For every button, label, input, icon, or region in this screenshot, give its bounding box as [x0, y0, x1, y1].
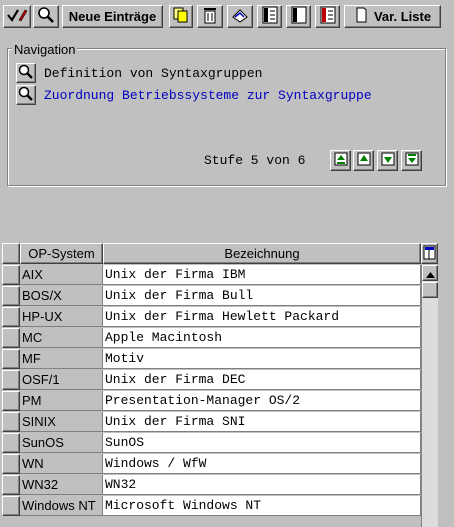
table-row[interactable]: BOS/X Unix der Firma Bull [0, 286, 421, 307]
row-selector[interactable] [2, 370, 20, 390]
next-page-icon [380, 151, 396, 170]
navigation-title: Navigation [12, 42, 78, 57]
scroll-up-button[interactable] [422, 265, 438, 281]
next-level-button[interactable] [377, 150, 398, 171]
scroll-thumb[interactable] [422, 282, 438, 298]
check-pencil-button[interactable] [3, 5, 31, 28]
os-cell: Windows NT [20, 496, 103, 516]
row-selector[interactable] [2, 433, 20, 453]
description-cell[interactable]: Unix der Firma SNI [103, 412, 421, 432]
description-cell[interactable]: Unix der Firma DEC [103, 370, 421, 390]
magnifier-icon [18, 86, 34, 105]
table-row[interactable]: PM Presentation-Manager OS/2 [0, 391, 421, 412]
deselect-button[interactable] [315, 5, 340, 28]
eraser-icon [230, 7, 250, 26]
description-cell[interactable]: Unix der Firma Bull [103, 286, 421, 306]
select-all-button[interactable] [257, 5, 282, 28]
magnifier-icon [37, 6, 55, 27]
table-row[interactable]: HP-UX Unix der Firma Hewlett Packard [0, 307, 421, 328]
column-header-description[interactable]: Bezeichnung [103, 243, 421, 264]
os-cell: PM [20, 391, 103, 411]
description-cell[interactable]: Unix der Firma IBM [103, 265, 421, 285]
table-row[interactable]: SINIX Unix der Firma SNI [0, 412, 421, 433]
trash-icon [202, 6, 218, 27]
table-row[interactable]: WN32 WN32 [0, 475, 421, 496]
row-selector[interactable] [2, 412, 20, 432]
var-list-button[interactable]: Var. Liste [344, 5, 441, 28]
first-level-button[interactable] [330, 150, 351, 171]
nav-link-label[interactable]: Definition von Syntaxgruppen [44, 66, 262, 81]
os-table: OP-System Bezeichnung AIX Unix der Firma … [0, 243, 454, 527]
row-selector[interactable] [2, 349, 20, 369]
description-cell[interactable]: Presentation-Manager OS/2 [103, 391, 421, 411]
os-cell: HP-UX [20, 307, 103, 327]
description-cell[interactable]: SunOS [103, 433, 421, 453]
vertical-scrollbar[interactable] [421, 265, 438, 527]
level-indicator: Stufe 5 von 6 [204, 153, 306, 168]
table-settings-button[interactable] [421, 243, 438, 264]
new-entries-button[interactable]: Neue Einträge [62, 5, 163, 28]
table-row[interactable]: Windows NT Microsoft Windows NT [0, 496, 421, 517]
document-red-icon [320, 6, 336, 27]
new-entries-label: Neue Einträge [68, 9, 157, 24]
check-pencil-icon [6, 6, 28, 27]
find-button[interactable] [33, 5, 59, 28]
description-cell[interactable]: Microsoft Windows NT [103, 496, 421, 516]
row-selector[interactable] [2, 328, 20, 348]
os-cell: WN [20, 454, 103, 474]
os-cell: SINIX [20, 412, 103, 432]
row-selector[interactable] [2, 307, 20, 327]
os-cell: OSF/1 [20, 370, 103, 390]
previous-level-button[interactable] [353, 150, 374, 171]
os-cell: SunOS [20, 433, 103, 453]
column-header-label: Bezeichnung [224, 246, 300, 261]
nav-link-assignment[interactable]: Zuordnung Betriebssysteme zur Syntaxgrup… [16, 85, 372, 105]
undo-button[interactable] [227, 5, 253, 28]
copy-button[interactable] [169, 5, 193, 28]
delete-button[interactable] [197, 5, 223, 28]
row-selector[interactable] [2, 265, 20, 285]
table-row[interactable]: SunOS SunOS [0, 433, 421, 454]
magnifier-icon [18, 64, 34, 83]
os-cell: MF [20, 349, 103, 369]
column-header-os[interactable]: OP-System [20, 243, 103, 264]
table-row[interactable]: MF Motiv [0, 349, 421, 370]
copy-icon [172, 6, 190, 27]
select-all-rows-header[interactable] [2, 243, 20, 264]
last-page-icon [404, 151, 420, 170]
description-cell[interactable]: WN32 [103, 475, 421, 495]
description-cell[interactable]: Windows / WfW [103, 454, 421, 474]
os-cell: AIX [20, 265, 103, 285]
document-block-icon [291, 6, 307, 27]
table-row[interactable]: WN Windows / WfW [0, 454, 421, 475]
first-page-icon [333, 151, 349, 170]
description-cell[interactable]: Motiv [103, 349, 421, 369]
previous-page-icon [356, 151, 372, 170]
os-cell: MC [20, 328, 103, 348]
printer-icon [354, 7, 368, 26]
os-cell: BOS/X [20, 286, 103, 306]
nav-link-label[interactable]: Zuordnung Betriebssysteme zur Syntaxgrup… [44, 88, 372, 103]
row-selector[interactable] [2, 496, 20, 516]
nav-link-definition[interactable]: Definition von Syntaxgruppen [16, 63, 262, 83]
column-header-label: OP-System [28, 246, 95, 261]
nav-link-button[interactable] [16, 85, 36, 105]
os-cell: WN32 [20, 475, 103, 495]
description-cell[interactable]: Unix der Firma Hewlett Packard [103, 307, 421, 327]
row-selector[interactable] [2, 454, 20, 474]
select-block-button[interactable] [286, 5, 311, 28]
nav-link-button[interactable] [16, 63, 36, 83]
description-cell[interactable]: Apple Macintosh [103, 328, 421, 348]
row-selector[interactable] [2, 391, 20, 411]
row-selector[interactable] [2, 475, 20, 495]
last-level-button[interactable] [401, 150, 422, 171]
var-list-label: Var. Liste [373, 9, 432, 24]
table-row[interactable]: OSF/1 Unix der Firma DEC [0, 370, 421, 391]
table-row[interactable]: AIX Unix der Firma IBM [0, 265, 421, 286]
document-list-icon [262, 6, 278, 27]
row-selector[interactable] [2, 286, 20, 306]
arrow-up-icon [425, 266, 435, 281]
table-row[interactable]: MC Apple Macintosh [0, 328, 421, 349]
table-settings-icon [423, 245, 436, 263]
